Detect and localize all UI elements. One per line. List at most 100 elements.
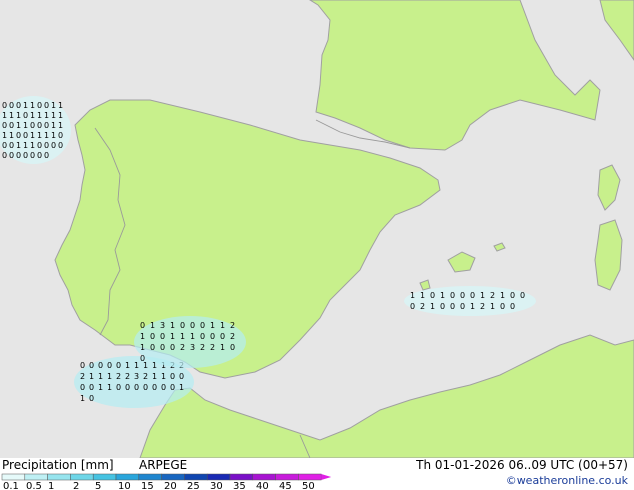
precip-value-marker: 1 [98,372,103,381]
precip-value-marker: 3 [134,372,139,381]
precip-value-marker: 0 [9,141,14,150]
precip-value-marker: 0 [58,141,63,150]
precip-value-marker: 2 [200,343,205,352]
precip-value-marker: 0 [98,361,103,370]
precip-value-marker: 1 [220,343,225,352]
precip-value-marker: 0 [230,343,235,352]
precip-value-marker: 0 [200,321,205,330]
precip-value-marker: 0 [500,302,505,311]
precip-value-marker: 0 [2,141,7,150]
precip-value-marker: 0 [23,151,28,160]
legend-swatch [206,473,231,481]
legend-label: 45 [279,481,292,490]
precip-value-marker: 1 [9,131,14,140]
precip-value-marker: 0 [200,332,205,341]
precip-value-marker: 0 [150,343,155,352]
precip-value-marker: 0 [80,383,85,392]
precip-value-marker: 2 [480,302,485,311]
legend-label: 10 [118,481,131,490]
legend-label: 30 [210,481,223,490]
precip-value-marker: 3 [190,343,195,352]
precip-value-marker: 1 [16,121,21,130]
precip-value-marker: 0 [9,151,14,160]
precip-value-marker: 1 [2,131,7,140]
precip-value-marker: 0 [160,343,165,352]
precip-value-marker: 1 [30,101,35,110]
legend-overflow-arrow [321,474,332,480]
precip-value-marker: 1 [98,383,103,392]
legend-label: 2 [73,481,79,490]
precip-value-marker: 1 [30,141,35,150]
precip-value-marker: 0 [220,332,225,341]
precip-value-marker: 1 [16,111,21,120]
legend-swatch [92,473,117,481]
precip-value-marker: 0 [9,101,14,110]
precip-value-marker: 1 [16,141,21,150]
map-figure: 0001100111110111110011000111100111100011… [0,0,634,490]
precip-value-marker: 0 [160,332,165,341]
precip-value-marker: 1 [152,372,157,381]
precip-value-marker: 0 [16,151,21,160]
precip-value-marker: 0 [520,291,525,300]
precip-value-marker: 0 [51,141,56,150]
precip-value-marker: 0 [450,302,455,311]
precip-value-marker: 1 [107,372,112,381]
precip-value-marker: 0 [89,361,94,370]
precip-value-marker: 0 [170,372,175,381]
legend-label: 15 [141,481,154,490]
precip-value-marker: 0 [30,151,35,160]
precip-value-marker: 1 [490,302,495,311]
precip-value-marker: 0 [440,302,445,311]
precip-value-marker: 2 [230,332,235,341]
precip-value-marker: 0 [107,361,112,370]
legend-label: 5 [95,481,101,490]
legend-swatch [1,473,26,481]
legend-swatch [115,473,140,481]
precip-value-marker: 0 [430,291,435,300]
legend-label: 25 [187,481,200,490]
precip-value-marker: 0 [9,121,14,130]
precip-value-marker: 0 [44,141,49,150]
precip-value-marker: 1 [190,332,195,341]
precip-value-marker: 0 [37,141,42,150]
precip-value-marker: 1 [440,291,445,300]
legend-label: 50 [302,481,315,490]
precip-value-marker: 2 [143,372,148,381]
precip-value-marker: 1 [2,111,7,120]
precip-value-marker: 0 [179,372,184,381]
precip-value-marker: 1 [220,321,225,330]
precip-value-marker: 1 [125,361,130,370]
precip-value-marker: 0 [410,302,415,311]
precip-value-marker: 0 [116,383,121,392]
precip-value-marker: 0 [37,151,42,160]
map-title: Precipitation [mm] [2,458,114,472]
precip-value-marker: 0 [140,354,145,363]
precip-value-marker: 2 [80,372,85,381]
legend-swatch [298,473,322,481]
precip-value-marker: 3 [160,321,165,330]
legend-label: 20 [164,481,177,490]
precip-value-marker: 1 [58,101,63,110]
precip-value-marker: 0 [58,131,63,140]
precip-value-marker: 1 [51,101,56,110]
precip-value-marker: 0 [23,111,28,120]
precip-value-marker: 1 [420,291,425,300]
precip-value-marker: 1 [23,101,28,110]
legend-swatch [229,473,254,481]
precip-value-marker: 0 [2,121,7,130]
legend-swatch [161,473,185,481]
precip-value-marker: 0 [152,383,157,392]
precip-value-marker: 0 [510,291,515,300]
precip-value-marker: 0 [16,131,21,140]
valid-time: Th 01-01-2026 06..09 UTC (00+57) [416,458,628,472]
legend-label: 1 [48,481,54,490]
precip-value-marker: 1 [23,141,28,150]
precip-value-marker: 0 [210,332,215,341]
precip-value-marker: 0 [470,291,475,300]
precip-value-marker: 2 [420,302,425,311]
precip-value-marker: 1 [51,131,56,140]
precip-value-marker: 1 [134,361,139,370]
precip-value-marker: 1 [58,111,63,120]
precip-value-marker: 1 [89,372,94,381]
precip-value-marker: 2 [230,321,235,330]
